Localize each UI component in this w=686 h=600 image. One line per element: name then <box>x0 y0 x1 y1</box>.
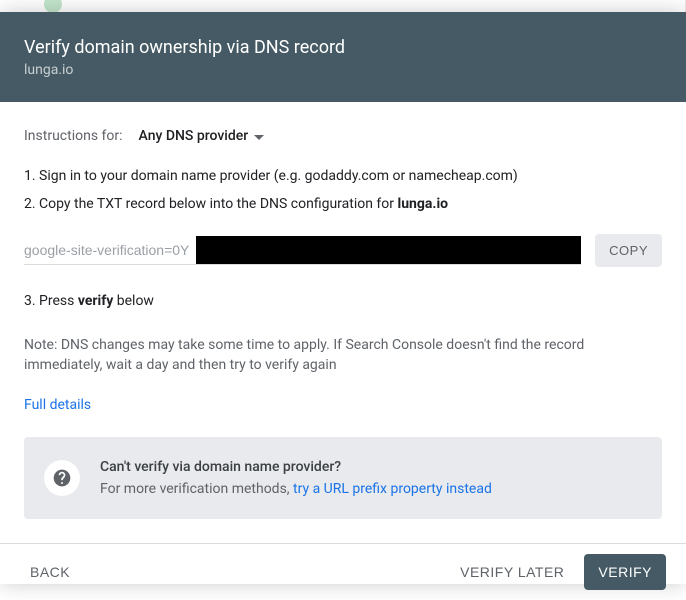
modal-header: Verify domain ownership via DNS record l… <box>0 12 686 102</box>
full-details-link[interactable]: Full details <box>24 395 91 415</box>
verify-domain-modal: Verify domain ownership via DNS record l… <box>0 12 686 584</box>
verify-later-button[interactable]: VERIFY LATER <box>450 554 574 590</box>
dns-provider-dropdown[interactable]: Any DNS provider <box>139 126 265 146</box>
url-prefix-link[interactable]: try a URL prefix property instead <box>293 481 492 497</box>
hint-box: Can't verify via domain name provider? F… <box>24 437 662 519</box>
hint-question: Can't verify via domain name provider? <box>100 457 492 477</box>
modal-title: Verify domain ownership via DNS record <box>24 36 662 60</box>
step-2: 2. Copy the TXT record below into the DN… <box>24 194 662 214</box>
question-icon <box>44 460 80 496</box>
back-button[interactable]: BACK <box>20 554 80 590</box>
modal-body: Instructions for: Any DNS provider 1. Si… <box>0 102 686 543</box>
txt-record-input[interactable] <box>24 236 581 264</box>
hint-subtext: For more verification methods, try a URL… <box>100 479 492 499</box>
instructions-for-label: Instructions for: <box>24 126 123 146</box>
modal-subtitle: lunga.io <box>24 62 662 78</box>
modal-footer: BACK VERIFY LATER VERIFY <box>0 543 686 600</box>
dns-note: Note: DNS changes may take some time to … <box>24 335 662 375</box>
step-2-domain: lunga.io <box>398 196 449 212</box>
copy-button[interactable]: COPY <box>595 234 662 267</box>
chevron-down-icon <box>254 126 264 146</box>
step-1: 1. Sign in to your domain name provider … <box>24 166 662 186</box>
step-3: 3. Press verify below <box>24 291 662 311</box>
verify-button[interactable]: VERIFY <box>584 554 666 590</box>
txt-record-row: COPY <box>24 234 662 267</box>
dns-provider-value: Any DNS provider <box>139 126 249 146</box>
